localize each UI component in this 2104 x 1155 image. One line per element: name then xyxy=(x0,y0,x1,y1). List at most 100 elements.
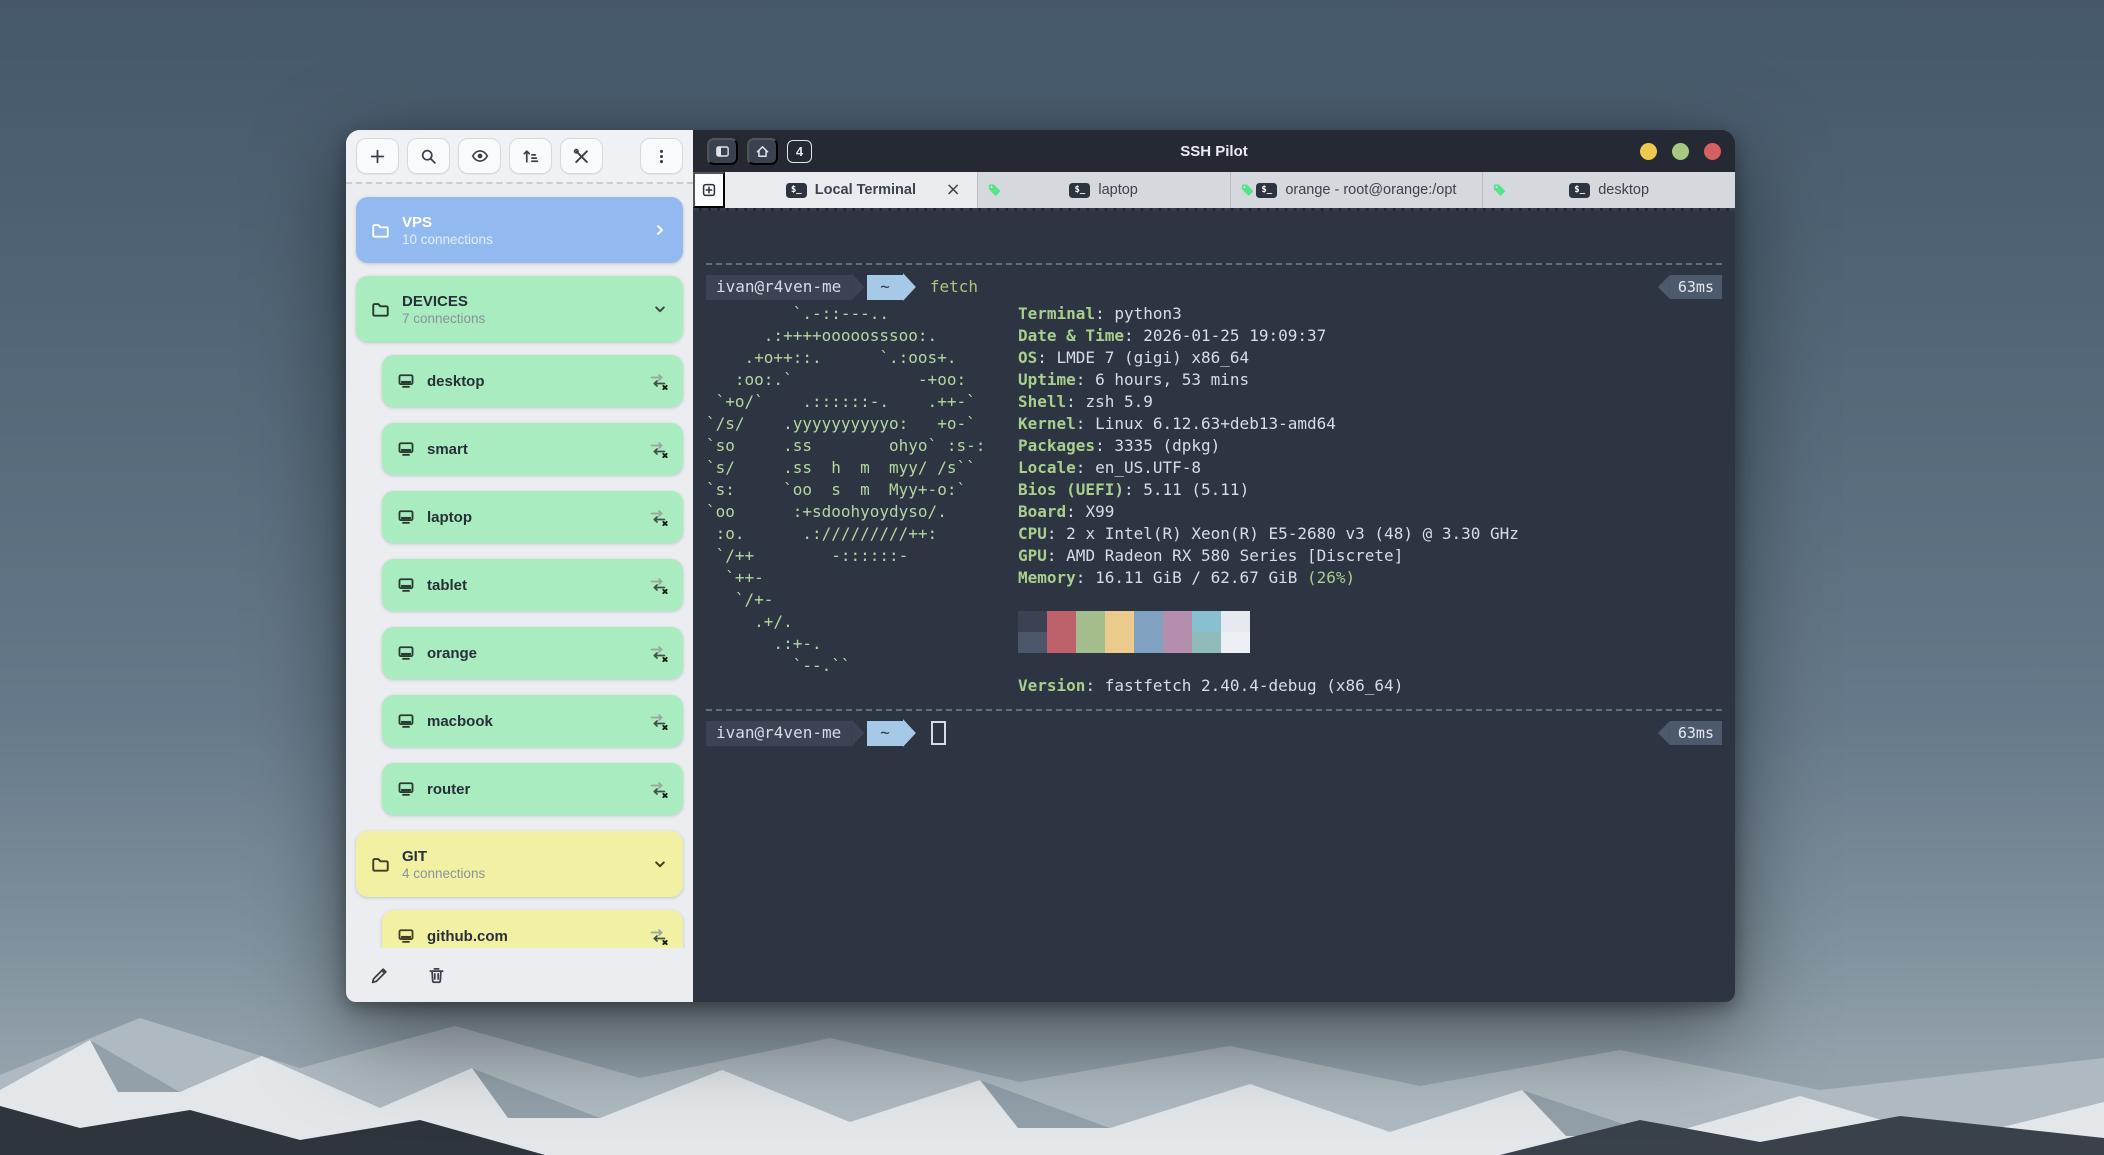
monitor-icon xyxy=(397,576,415,594)
ssh-pilot-window: VPS 10 connections DEVICES 7 connections… xyxy=(346,130,1735,1002)
delete-button[interactable] xyxy=(421,965,452,986)
tab-desktop[interactable]: $_ desktop xyxy=(1482,172,1735,208)
menu-button[interactable] xyxy=(640,138,683,174)
sidebar-item-smart[interactable]: smart xyxy=(382,423,683,475)
fetch-info-line: Shell: zsh 5.9 xyxy=(1018,391,1722,413)
connections-list[interactable]: VPS 10 connections DEVICES 7 connections… xyxy=(346,182,693,948)
sidebar-group-devices[interactable]: DEVICES 7 connections xyxy=(356,276,683,342)
fetch-info-line: OS: LMDE 7 (gigi) x86_64 xyxy=(1018,347,1722,369)
close-button[interactable] xyxy=(1704,143,1721,160)
tag-icon xyxy=(987,183,1002,198)
item-label: laptop xyxy=(427,509,472,526)
group-sublabel: 4 connections xyxy=(402,866,485,881)
folder-icon xyxy=(371,855,390,874)
fetch-info-line: Terminal: python3 xyxy=(1018,303,1722,325)
close-tab-icon[interactable]: × xyxy=(940,180,967,200)
sidebar-item-tablet[interactable]: tablet xyxy=(382,559,683,611)
monitor-icon xyxy=(397,780,415,798)
new-tab-button[interactable] xyxy=(693,172,725,208)
window-controls xyxy=(1640,143,1721,160)
tab-label: laptop xyxy=(1098,182,1138,198)
prompt-user-host: ivan@r4ven-me xyxy=(706,275,851,300)
monitor-icon xyxy=(397,440,415,458)
sidebar-toolbar xyxy=(346,130,693,182)
palette-swatch xyxy=(1192,632,1221,653)
palette-swatch xyxy=(1076,632,1105,653)
palette-swatch xyxy=(1018,611,1047,632)
group-sublabel: 7 connections xyxy=(402,311,485,326)
group-label: VPS xyxy=(402,214,493,231)
terminal-icon: $_ xyxy=(1569,183,1590,198)
item-label: macbook xyxy=(427,713,493,730)
sidebar-item-router[interactable]: router xyxy=(382,763,683,815)
palette-swatch xyxy=(1221,632,1250,653)
tab-local-terminal[interactable]: $_ Local Terminal × xyxy=(725,172,977,208)
palette-swatch xyxy=(1047,632,1076,653)
sidebar-item-laptop[interactable]: laptop xyxy=(382,491,683,543)
fetch-info-line: CPU: 2 x Intel(R) Xeon(R) E5-2680 v3 (48… xyxy=(1018,523,1722,545)
sidebar-item-desktop[interactable]: desktop xyxy=(382,355,683,407)
maximize-button[interactable] xyxy=(1672,143,1689,160)
sidebar-group-vps[interactable]: VPS 10 connections xyxy=(356,197,683,263)
sidebar-group-git[interactable]: GIT 4 connections xyxy=(356,831,683,897)
monitor-icon xyxy=(397,508,415,526)
fetch-info-line: GPU: AMD Radeon RX 580 Series [Discrete] xyxy=(1018,545,1722,567)
prompt-cwd: ~ xyxy=(867,721,903,746)
item-label: github.com xyxy=(427,928,508,945)
terminal-blank xyxy=(706,217,1722,255)
group-sublabel: 10 connections xyxy=(402,232,493,247)
item-label: tablet xyxy=(427,577,467,594)
add-connection-button[interactable] xyxy=(356,138,399,174)
item-label: router xyxy=(427,781,470,798)
fetch-info-column: Terminal: python3 Date & Time: 2026-01-2… xyxy=(1018,303,1722,697)
connections-sidebar: VPS 10 connections DEVICES 7 connections… xyxy=(346,130,693,1002)
palette-swatch xyxy=(1047,611,1076,632)
powerline-arrow xyxy=(851,719,864,747)
prompt-separator xyxy=(706,709,1722,711)
tools-button[interactable] xyxy=(560,138,603,174)
fetch-info-line: Locale: en_US.UTF-8 xyxy=(1018,457,1722,479)
sidebar-item-orange[interactable]: orange xyxy=(382,627,683,679)
disconnected-icon xyxy=(648,713,668,730)
tab-label: orange - root@orange:/opt xyxy=(1285,182,1456,198)
sidebar-item-github-com[interactable]: github.com xyxy=(382,910,683,948)
prompt-cwd: ~ xyxy=(867,275,903,300)
fastfetch-output: `.-::---.. .:++++ooooosssoo:. .+o++::. `… xyxy=(706,303,1722,697)
powerline-arrow xyxy=(903,273,916,301)
item-label: orange xyxy=(427,645,477,662)
item-label: desktop xyxy=(427,373,485,390)
tab-orange[interactable]: $_ orange - root@orange:/opt xyxy=(1230,172,1483,208)
tab-label: desktop xyxy=(1598,182,1649,198)
ascii-logo: `.-::---.. .:++++ooooosssoo:. .+o++::. `… xyxy=(706,303,1018,697)
tab-laptop[interactable]: $_ laptop xyxy=(977,172,1230,208)
monitor-icon xyxy=(397,712,415,730)
minimize-button[interactable] xyxy=(1640,143,1657,160)
palette-swatch xyxy=(1134,632,1163,653)
monitor-icon xyxy=(397,372,415,390)
search-button[interactable] xyxy=(407,138,450,174)
chevron-down-icon xyxy=(652,301,668,317)
tab-overview-button[interactable]: 4 xyxy=(787,140,812,163)
fetch-info-line: Uptime: 6 hours, 53 mins xyxy=(1018,369,1722,391)
terminal-view[interactable]: ivan@r4ven-me ~ fetch 63ms `.-::---.. .:… xyxy=(693,211,1735,1002)
prompt-row: ivan@r4ven-me ~ fetch 63ms xyxy=(706,273,1722,301)
disconnected-icon xyxy=(648,781,668,798)
sidebar-action-bar xyxy=(346,948,693,1002)
sidebar-item-macbook[interactable]: macbook xyxy=(382,695,683,747)
titlebar: 4 SSH Pilot xyxy=(693,130,1735,172)
fetch-info-line: Date & Time: 2026-01-25 19:09:37 xyxy=(1018,325,1722,347)
terminal-panel: 4 SSH Pilot $_ Local Terminal × $_ lapto… xyxy=(693,130,1735,1002)
prompt-command: fetch xyxy=(930,276,978,298)
sort-order-button[interactable] xyxy=(509,138,552,174)
sidebar-toggle-button[interactable] xyxy=(707,138,738,165)
fetch-info-line: Memory: 16.11 GiB / 62.67 GiB (26%) xyxy=(1018,567,1722,589)
palette-swatch xyxy=(1076,611,1105,632)
fetch-info-line: Packages: 3335 (dpkg) xyxy=(1018,435,1722,457)
window-title: SSH Pilot xyxy=(1180,143,1248,160)
home-button[interactable] xyxy=(747,138,778,165)
edit-button[interactable] xyxy=(364,965,395,986)
view-button[interactable] xyxy=(458,138,501,174)
fetch-info-line: Bios (UEFI): 5.11 (5.11) xyxy=(1018,479,1722,501)
group-label: DEVICES xyxy=(402,293,485,310)
palette-swatch xyxy=(1221,611,1250,632)
